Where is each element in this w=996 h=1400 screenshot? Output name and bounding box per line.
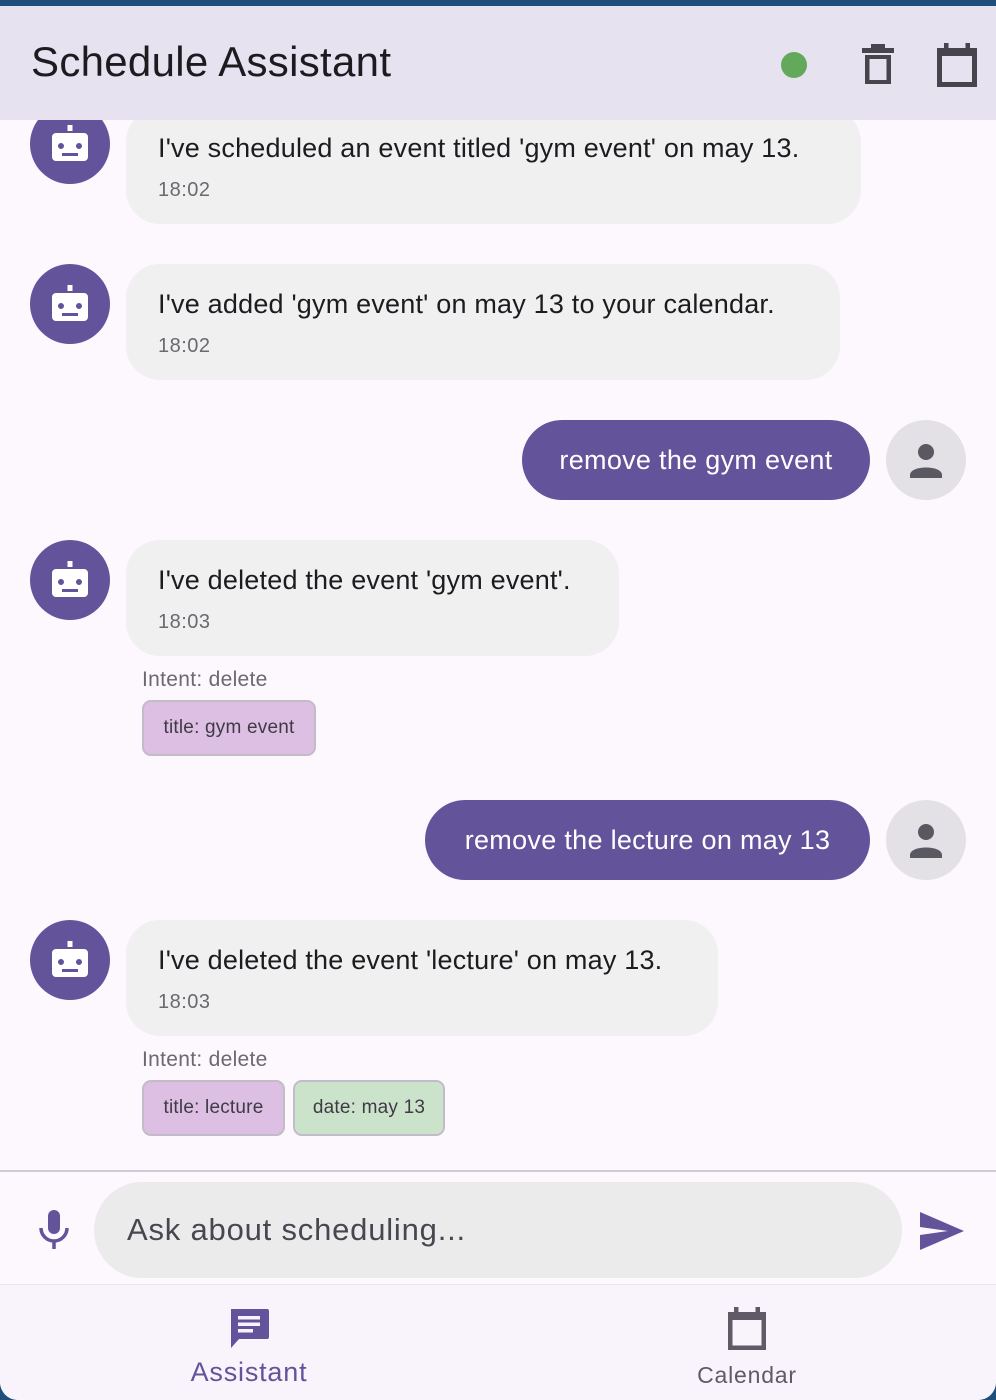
calendar-icon <box>937 43 977 87</box>
robot-icon <box>52 285 88 321</box>
message-text: I've deleted the event 'gym event'. <box>158 565 571 595</box>
nav-label-calendar: Calendar <box>697 1362 797 1388</box>
app-title: Schedule Assistant <box>31 38 392 85</box>
message-time: 18:02 <box>158 179 211 201</box>
person-icon <box>910 824 942 858</box>
entity-chip-title: title: gym event <box>142 700 316 756</box>
clear-chat-button[interactable] <box>855 42 901 88</box>
bot-avatar <box>30 264 110 344</box>
message-text: I've scheduled an event titled 'gym even… <box>158 133 800 163</box>
user-message-bubble: remove the gym event <box>522 420 870 500</box>
online-status-dot <box>781 52 807 78</box>
bot-message-bubble: I've scheduled an event titled 'gym even… <box>126 120 861 224</box>
entity-chip-title: title: lecture <box>142 1080 285 1136</box>
calendar-button[interactable] <box>934 42 980 88</box>
robot-icon <box>52 941 88 977</box>
message-time: 18:03 <box>158 611 211 633</box>
robot-icon <box>52 125 88 161</box>
bottom-navigation: Assistant Calendar <box>0 1284 996 1400</box>
message-time: 18:02 <box>158 335 211 357</box>
user-avatar <box>886 800 966 880</box>
nav-label-assistant: Assistant <box>190 1357 308 1387</box>
chat-message-list[interactable]: I've scheduled an event titled 'gym even… <box>0 120 996 1172</box>
person-icon <box>910 444 942 478</box>
intent-label: Intent: delete <box>142 1048 268 1071</box>
bot-message-bubble: I've deleted the event 'gym event'. 18:0… <box>126 540 619 656</box>
entity-chip-date: date: may 13 <box>293 1080 445 1136</box>
robot-icon <box>52 561 88 597</box>
message-input[interactable] <box>94 1182 902 1278</box>
message-time: 18:03 <box>158 991 211 1013</box>
bot-message-bubble: I've deleted the event 'lecture' on may … <box>126 920 718 1036</box>
app-bar: Schedule Assistant <box>0 6 996 120</box>
bot-avatar <box>30 540 110 620</box>
bot-message-bubble: I've added 'gym event' on may 13 to your… <box>126 264 840 380</box>
send-button[interactable] <box>918 1210 966 1252</box>
intent-label: Intent: delete <box>142 668 268 691</box>
user-avatar <box>886 420 966 500</box>
message-text: I've added 'gym event' on may 13 to your… <box>158 289 775 319</box>
microphone-icon <box>39 1210 69 1249</box>
bot-avatar <box>30 120 110 184</box>
calendar-icon <box>728 1307 766 1350</box>
nav-item-assistant[interactable]: Assistant <box>0 1285 498 1400</box>
message-text: I've deleted the event 'lecture' on may … <box>158 945 663 975</box>
trash-icon <box>862 44 894 84</box>
user-message-bubble: remove the lecture on may 13 <box>425 800 870 880</box>
send-icon <box>920 1212 964 1250</box>
chat-icon <box>231 1309 269 1348</box>
voice-input-button[interactable] <box>32 1208 76 1252</box>
bot-avatar <box>30 920 110 1000</box>
nav-item-calendar[interactable]: Calendar <box>498 1285 996 1400</box>
app-window: Schedule Assistant I've scheduled an eve… <box>0 6 996 1400</box>
message-composer <box>0 1170 996 1286</box>
